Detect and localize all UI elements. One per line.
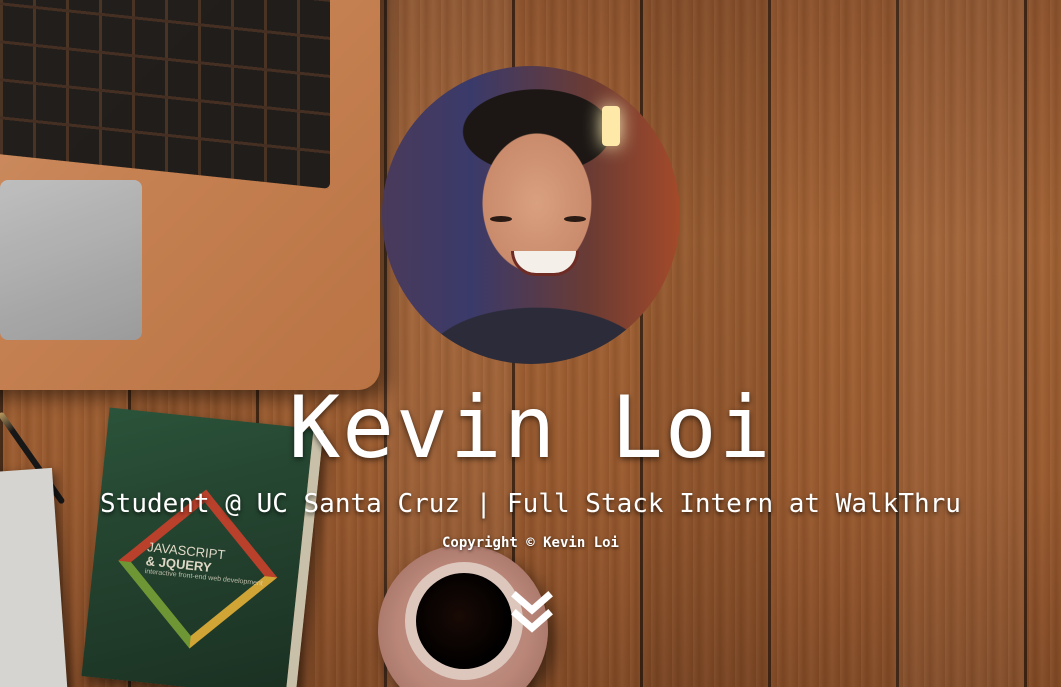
- profile-name: Kevin Loi: [288, 378, 773, 478]
- scroll-down-button[interactable]: [510, 590, 554, 638]
- copyright-text: Copyright © Kevin Loi: [441, 535, 619, 551]
- profile-avatar: [382, 66, 680, 364]
- profile-tagline: Student @ UC Santa Cruz | Full Stack Int…: [100, 489, 961, 519]
- double-chevron-down-icon: [511, 591, 553, 633]
